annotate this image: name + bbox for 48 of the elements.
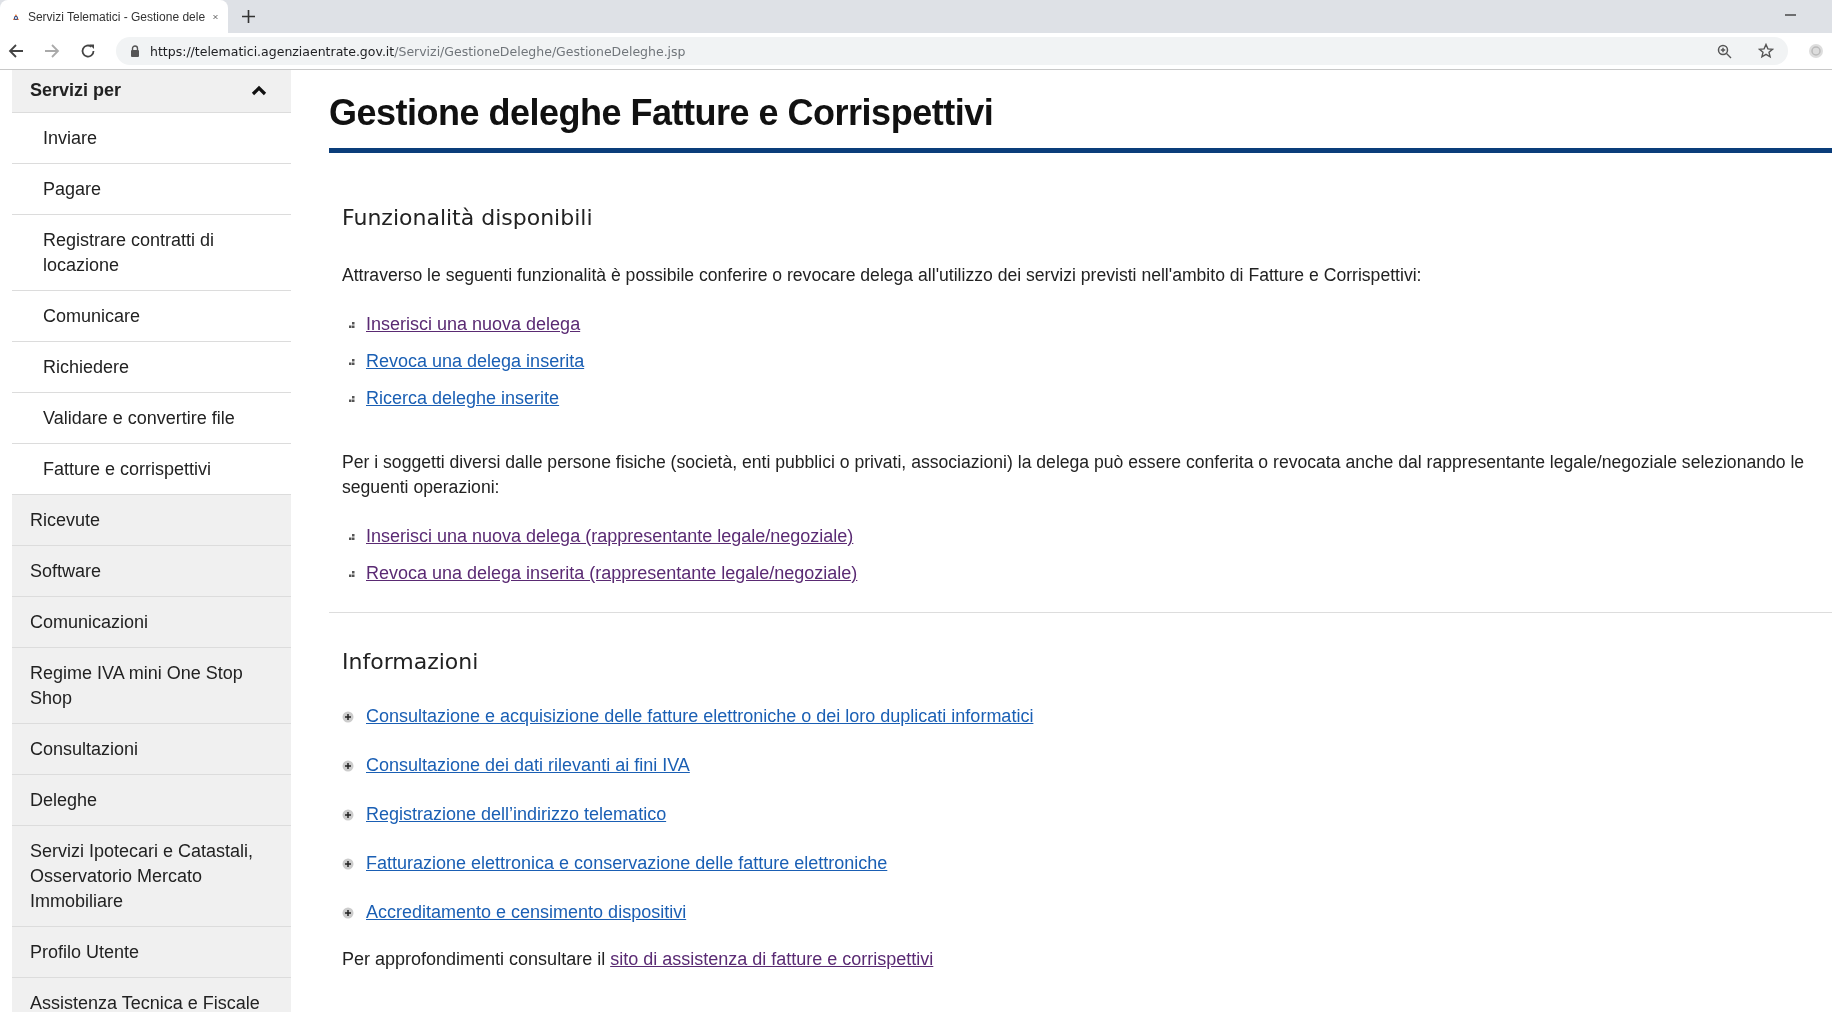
sidebar-item[interactable]: Servizi per [12,70,291,113]
sidebar-item[interactable]: Profilo Utente [12,927,291,978]
link[interactable]: Ricerca deleghe inserite [366,388,560,409]
link[interactable]: sito di assistenza di fatture e corrispettivi [610,949,934,969]
sidebar-item[interactable]: Consultazioni [12,724,291,775]
sidebar-item[interactable]: Servizi Ipotecari e Catastali, Osservatorio Mercato Immobiliare [12,826,291,927]
link[interactable]: Registrazione dell’indirizzo telematico [366,804,667,825]
bullet-icon [349,358,355,365]
reload-icon[interactable] [80,43,96,59]
bullet-icon [349,395,355,402]
address-bar[interactable]: https://telematici.agenziaentrate.gov.it/Servizi/GestioneDeleghe/GestioneDeleghe.jsp [116,37,1788,65]
lock-icon [130,45,140,57]
plus-circle-icon [342,808,354,821]
plus-circle-icon [342,759,354,772]
back-icon[interactable] [8,43,24,59]
link[interactable]: Revoca una delega inserita (rappresentante legale/negoziale) [366,563,858,584]
link[interactable]: Fatturazione elettronica e conservazione delle fatture elettroniche [366,853,888,874]
sidebar-item[interactable]: Comunicazioni [12,597,291,648]
tab-title: Servizi Telematici - Gestione dele [27,9,206,24]
star-icon[interactable] [1758,43,1774,59]
link[interactable]: Accreditamento e censimento dispositivi [366,902,687,923]
footer-text: Per approfondimenti consultare il [342,949,606,969]
page-title: Gestione deleghe Fatture e Corrispettivi [329,92,995,134]
plus-circle-icon [342,906,354,919]
chevron-icon [251,85,267,96]
section-heading: Funzionalità disponibili [342,205,594,230]
bullet-icon [349,533,355,540]
paragraph: Per i soggetti diversi dalle persone fisiche (società, enti pubblici o privati, associazioni) la delega può essere conferita o revocata anche dal rappresentante legale/negoziale selezionando le seguenti operazioni: [342,451,1806,499]
sidebar-item[interactable]: Assistenza Tecnica e Fiscale [12,978,291,1012]
section-heading: Informazioni [342,649,480,674]
sidebar-item[interactable]: Software [12,546,291,597]
new-tab-icon[interactable] [242,10,255,23]
link[interactable]: Revoca una delega inserita [366,351,585,372]
zoom-icon[interactable] [1717,43,1732,59]
bullet-icon [349,321,355,328]
paragraph: Attraverso le seguenti funzionalità è possibile conferire o revocare delega all'utilizzo dei servizi previsti nell'ambito di Fatture e Corrispettivi: [342,264,1423,287]
plus-circle-icon [342,710,354,723]
sidebar-item[interactable]: Ricevute [12,495,291,546]
link[interactable]: Consultazione dei dati rilevanti ai fini IVA [366,755,690,776]
plus-circle-icon [342,857,354,870]
url-text: https://telematici.agenziaentrate.gov.it/Servizi/GestioneDeleghe/GestioneDeleghe.jsp [150,43,686,59]
link[interactable]: Inserisci una nuova delega [366,314,581,335]
link[interactable]: Inserisci una nuova delega (rappresentante legale/negoziale) [366,526,854,547]
browser-tab[interactable]: Servizi Telematici - Gestione dele [0,0,228,33]
bullet-icon [349,570,355,577]
sidebar-item[interactable]: Regime IVA mini One Stop Shop [12,648,291,724]
link[interactable]: Consultazione e acquisizione delle fatture elettroniche o dei loro duplicati informatici [366,706,1034,727]
sidebar-item[interactable]: Deleghe [12,775,291,826]
